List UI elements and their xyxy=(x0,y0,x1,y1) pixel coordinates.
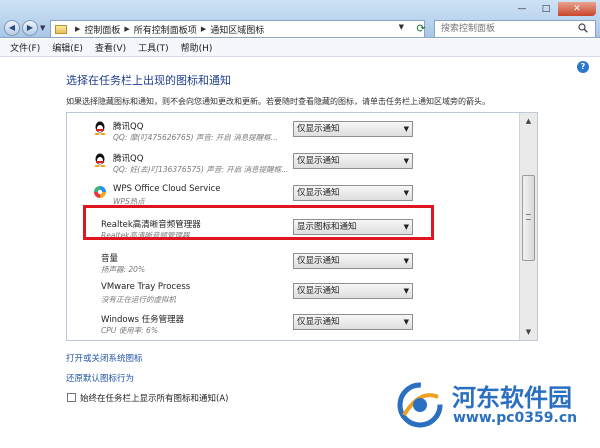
app-name: 腾讯QQ xyxy=(113,122,144,132)
menu-tools[interactable]: 工具(T) xyxy=(138,41,169,54)
address-bar[interactable]: ▶ 控制面板 ▶ 所有控制面板项 ▶ 通知区域图标 ▼ xyxy=(50,20,425,38)
always-show-label: 始终在任务栏上显示所有图标和通知(A) xyxy=(80,394,229,404)
page-description: 如果选择隐藏图标和通知，则不会向您通知更改和更新。若要随时查看隐藏的图标，请单击… xyxy=(66,97,490,106)
wps-cloud-icon xyxy=(94,186,106,198)
back-button[interactable]: ◀ xyxy=(4,20,20,36)
menu-view[interactable]: 查看(V) xyxy=(95,41,126,54)
app-status: CPU 使用率: 6% xyxy=(101,326,158,335)
behavior-dropdown[interactable]: 仅显示通知 ▼ xyxy=(293,185,413,201)
list-item: Windows 任务管理器 CPU 使用率: 6% 仅显示通知 ▼ xyxy=(67,308,522,340)
behavior-dropdown[interactable]: 仅显示通知 ▼ xyxy=(293,283,413,299)
behavior-dropdown[interactable]: 仅显示通知 ▼ xyxy=(293,153,413,169)
chevron-down-icon: ▼ xyxy=(403,125,409,133)
behavior-value: 仅显示通知 xyxy=(297,256,340,266)
address-dropdown-chevron-icon[interactable]: ▼ xyxy=(399,23,404,31)
list-item: 音量 扬声器: 20% 仅显示通知 ▼ xyxy=(67,247,522,279)
maximize-button[interactable]: □ xyxy=(534,2,558,16)
app-name: WPS Office Cloud Service xyxy=(113,184,221,194)
chevron-right-icon[interactable]: ▶ xyxy=(201,25,206,33)
behavior-dropdown[interactable]: 仅显示通知 ▼ xyxy=(293,314,413,330)
page-title: 选择在任务栏上出现的图标和通知 xyxy=(66,74,231,87)
app-status: QQ: 妊(去)叮136376575) 声音: 开启 消息提醒框... xyxy=(113,165,289,174)
list-item: VMware Tray Process 没有正在运行的虚拟机 仅显示通知 ▼ xyxy=(67,277,522,309)
watermark-url: www.pc0359.cn xyxy=(453,410,578,426)
scroll-up-arrow-icon[interactable]: ▲ xyxy=(520,113,537,129)
list-item: 腾讯QQ QQ: 妊(去)叮136376575) 声音: 开启 消息提醒框...… xyxy=(67,147,522,179)
chevron-down-icon: ▼ xyxy=(403,287,409,295)
app-status: 扬声器: 20% xyxy=(101,265,146,274)
minimize-button[interactable]: — xyxy=(510,2,534,16)
scroll-down-arrow-icon[interactable]: ▼ xyxy=(520,324,537,340)
restore-default-link[interactable]: 还原默认图标行为 xyxy=(66,372,134,384)
chevron-right-icon[interactable]: ▶ xyxy=(124,25,129,33)
behavior-value: 仅显示通知 xyxy=(297,124,340,134)
menu-edit[interactable]: 编辑(E) xyxy=(52,41,83,54)
control-panel-folder-icon xyxy=(55,24,67,34)
window-controls: — □ ✕ xyxy=(510,2,596,18)
app-name: 音量 xyxy=(101,254,119,264)
behavior-dropdown[interactable]: 仅显示通知 ▼ xyxy=(293,253,413,269)
behavior-dropdown[interactable]: 仅显示通知 ▼ xyxy=(293,121,413,137)
toggle-system-icons-link[interactable]: 打开或关闭系统图标 xyxy=(66,352,143,364)
breadcrumb-control-panel[interactable]: 控制面板 xyxy=(84,23,120,36)
chevron-down-icon: ▼ xyxy=(403,189,409,197)
app-status: QQ: 摩(叮475626765) 声音: 开启 消息提醒框... xyxy=(113,133,278,142)
recent-pages-chevron-icon[interactable]: ▼ xyxy=(40,24,45,32)
refresh-icon[interactable]: ⟳ xyxy=(412,20,430,38)
app-name: 腾讯QQ xyxy=(113,154,144,164)
scroll-thumb[interactable] xyxy=(522,175,535,261)
watermark-name: 河东软件园 xyxy=(452,383,572,412)
search-input[interactable] xyxy=(434,20,596,38)
breadcrumb-all-items[interactable]: 所有控制面板项 xyxy=(134,23,197,36)
chevron-down-icon: ▼ xyxy=(403,318,409,326)
list-scrollbar[interactable]: ▲ ▼ xyxy=(519,113,537,340)
breadcrumb-notification-icons[interactable]: 通知区域图标 xyxy=(210,23,264,36)
help-icon[interactable]: ? xyxy=(577,61,589,73)
menu-help[interactable]: 帮助(H) xyxy=(181,41,213,54)
chevron-right-icon[interactable]: ▶ xyxy=(75,25,80,33)
menu-bar: 文件(F) 编辑(E) 查看(V) 工具(T) 帮助(H) xyxy=(0,39,600,57)
chevron-down-icon: ▼ xyxy=(403,157,409,165)
behavior-value: 仅显示通知 xyxy=(297,317,340,327)
menu-file[interactable]: 文件(F) xyxy=(10,41,40,54)
always-show-checkbox[interactable] xyxy=(67,393,76,402)
close-button[interactable]: ✕ xyxy=(558,2,596,16)
grip-icon xyxy=(526,214,531,220)
highlight-box xyxy=(83,205,434,240)
app-status: 没有正在运行的虚拟机 xyxy=(101,295,176,304)
behavior-value: 仅显示通知 xyxy=(297,156,340,166)
list-item: 腾讯QQ QQ: 摩(叮475626765) 声音: 开启 消息提醒框... 仅… xyxy=(67,115,522,147)
qq-penguin-icon xyxy=(94,153,106,167)
qq-penguin-icon xyxy=(94,121,106,135)
behavior-value: 仅显示通知 xyxy=(297,286,340,296)
watermark-logo-icon xyxy=(397,382,443,428)
behavior-value: 仅显示通知 xyxy=(297,188,340,198)
app-name: Windows 任务管理器 xyxy=(101,315,185,325)
search-icon[interactable] xyxy=(578,23,588,33)
forward-button[interactable]: ▶ xyxy=(22,20,38,36)
chevron-down-icon: ▼ xyxy=(403,257,409,265)
app-name: VMware Tray Process xyxy=(101,282,191,292)
